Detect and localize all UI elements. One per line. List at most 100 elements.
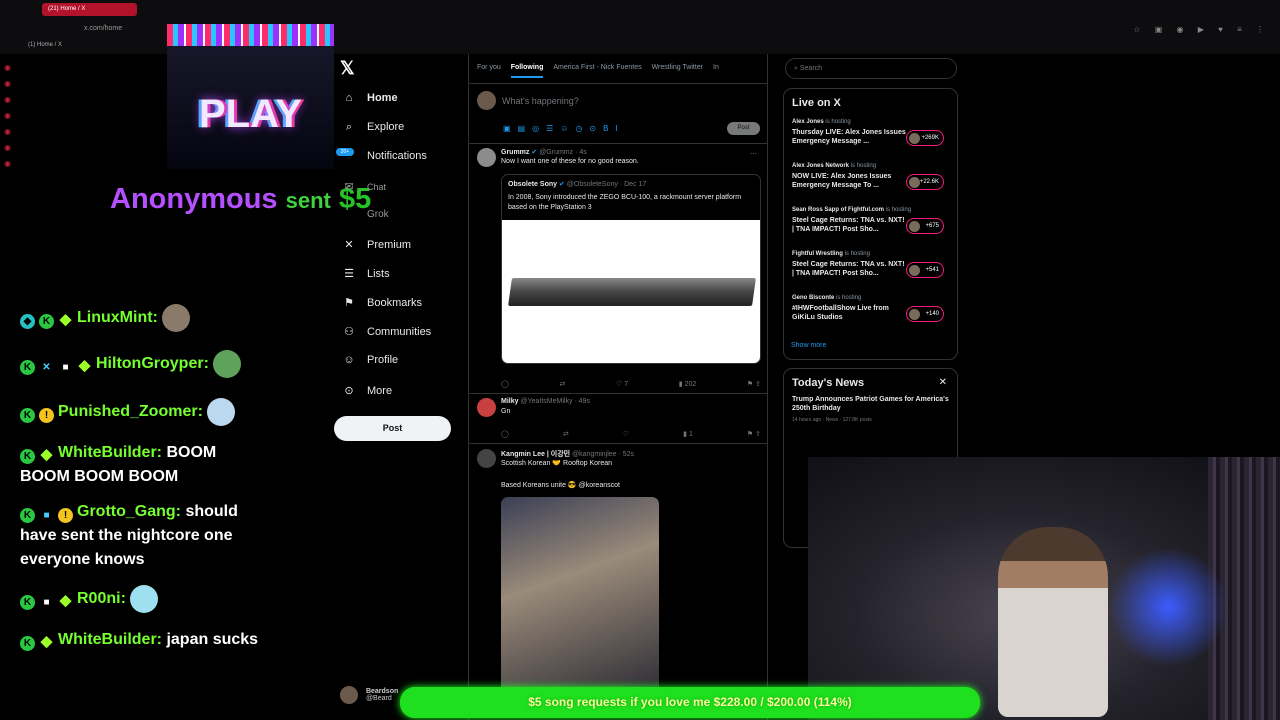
server-image[interactable] [502,220,760,363]
breadcrumb: (1) Home / X [28,42,63,48]
bookmark-icon[interactable]: ⚑ ⇪ [747,430,761,438]
tweet-actions: ◯ ⇄ ♡ 7 ▮ 202 ⚑ ⇪ [501,380,761,388]
diamond-icon: ◆ [40,633,53,650]
glitch-strip [167,24,334,46]
retweet-icon[interactable]: ⇄ [559,380,565,388]
tweet-author: Grummz [501,149,530,156]
tab-title: (21) Home / X [48,6,86,12]
live-item[interactable]: Sean Ross Sapp of Fightful.com is hostin… [792,207,952,234]
nav-bookmarks[interactable]: ⚑ Bookmarks [341,296,422,316]
more-options-icon[interactable]: ⋯ [750,150,757,158]
live-item[interactable]: Alex Jones Network is hosting NOW LIVE: … [792,163,952,190]
verified-icon: ✔ [558,181,565,188]
nav-notifications[interactable]: ◔ Notifications [341,150,427,170]
chat-message: K! Punished_Zoomer: [20,398,270,426]
avatar [477,449,496,468]
views-count[interactable]: ▮ 202 [679,380,696,388]
avatar [477,398,496,417]
live-panel: Live on X Alex Jones is hosting Thursday… [783,88,958,360]
listener-count: +22.6K [906,174,944,190]
avatar [909,177,920,188]
tab-following[interactable]: Following [510,64,544,78]
tab-more[interactable]: In [713,64,719,71]
badge-icon: K [20,360,35,376]
tweet[interactable]: Milky @YeaItsMeMilky · 49s Gn ◯ ⇄ ♡ ▮ 1 … [469,394,767,444]
x-logo-icon[interactable]: 𝕏 [340,58,355,79]
chat-message: K ✕ ■ ◆ HiltonGroyper: [20,350,270,378]
diamond-icon: ◆ [59,311,72,329]
badge-icon: K [20,508,35,523]
reply-icon[interactable]: ◯ [501,430,509,438]
chat-text: japan sucks [166,631,259,648]
tweet-text: Gn [501,408,511,415]
chat-message: K ■ ◆ R00ni: [20,585,270,613]
avatar [909,265,920,276]
play-label: PLAY [198,92,302,136]
account-switcher[interactable]: Beardson @Beard [340,686,398,704]
nav-lists[interactable]: ☰ Lists [341,267,390,287]
browser-tab[interactable]: (21) Home / X [42,3,137,16]
nav-more[interactable]: ⊙ More [341,384,392,404]
nav-profile[interactable]: ☺ Profile [341,354,398,374]
nav-premium[interactable]: ✕ Premium [341,238,411,258]
timeline[interactable]: For you Following America First - Nick F… [468,54,768,720]
compose-tools[interactable]: ▣▤◎☰☺◷⊙BI [503,124,625,133]
nav-home[interactable]: ⌂ Home [341,92,398,112]
news-item[interactable]: Trump Announces Patriot Games for Americ… [792,395,952,425]
close-icon[interactable]: ✕ [939,377,947,388]
address-bar[interactable]: x.com/home [84,25,122,32]
nav-explore[interactable]: ⌕ Explore [341,121,404,141]
like-button[interactable]: ♡ 7 [616,380,628,388]
show-more-link[interactable]: Show more [791,342,826,349]
webcam-feed [808,457,1280,720]
reply-icon[interactable]: ◯ [501,380,509,388]
nav-communities[interactable]: ⚇ Communities [341,325,431,345]
tab-wrestling[interactable]: Wrestling Twitter [652,64,703,71]
avatar [477,91,496,110]
live-item[interactable]: Geno Bisconte is hosting #IHWFootballSho… [792,295,952,322]
compose-post-button[interactable]: Post [727,122,760,135]
badge-icon: K [39,314,54,330]
views-count[interactable]: ▮ 1 [683,430,693,438]
tweet-author: Kangmin Lee | 이강민 [501,451,571,458]
avatar [340,686,358,704]
tab-america-first[interactable]: America First - Nick Fuentes [553,64,641,71]
listener-count: +140 [906,306,944,322]
donation-goal-bar: $5 song requests if you love me $228.00 … [400,687,980,718]
post-button[interactable]: Post [334,416,451,441]
live-item[interactable]: Alex Jones is hosting Thursday LIVE: Ale… [792,119,952,146]
chat-message: K ■! Grotto_Gang: should have sent the nig… [20,500,270,572]
chat-username: WhiteBuilder: [58,444,162,461]
tweet-text: Now I want one of these for no good reas… [501,158,639,165]
browser-sidebar[interactable]: ◉ ◉ ◉ ◉ ◉ ◉ ◉ [4,60,16,172]
quote-tweet[interactable]: Obsolete Sony ✔ @ObsoleteSony · Dec 17 I… [501,174,761,364]
timeline-tabs: For you Following America First - Nick F… [469,54,767,84]
tweet[interactable]: Kangmin Lee | 이강민 @kangminjlee · 52s Sco… [469,445,767,720]
tweet-header: Milky @YeaItsMeMilky · 49s [501,398,590,405]
gift-icon: ■ [43,510,50,521]
chat-username: Grotto_Gang: [77,503,181,520]
x-premium-icon: ✕ [344,239,354,251]
tweet-text: Based Koreans unite 😎 @koreanscot [501,482,620,489]
retweet-icon[interactable]: ⇄ [563,430,569,438]
emote-icon [206,398,235,426]
profile-handle: @Beard [365,695,392,702]
avatar [477,148,496,167]
tweet-photo[interactable] [501,497,659,697]
news-title: Today's News [792,377,865,389]
chat-username: LinuxMint: [77,309,158,327]
tab-for-you[interactable]: For you [477,64,501,71]
compose-input[interactable]: What's happening? [502,96,579,106]
like-icon[interactable]: ♡ [623,430,629,438]
mail-icon: ✉ [344,181,354,193]
nav-chat[interactable]: ✉ Chat [341,180,386,200]
live-item[interactable]: Fightful Wrestling is hosting Steel Cage… [792,251,952,278]
chat-message: K ◆ WhiteBuilder: BOOM BOOM BOOM BOOM [20,441,270,489]
badge-icon: ! [39,408,54,424]
search-input[interactable]: ⌕ Search [785,58,957,79]
browser-toolbar-icons[interactable]: ☆ ▣ ◉ ▶ ♥ ≡ ⋮ [1133,25,1270,34]
chat-username: Punished_Zoomer: [58,403,203,421]
tweet[interactable]: Grummz ✔ @Grummz · 4s ⋯ Now I want one o… [469,144,767,394]
nav-grok[interactable]: Grok [341,209,389,229]
bookmark-icon[interactable]: ⚑ ⇪ [747,380,761,388]
